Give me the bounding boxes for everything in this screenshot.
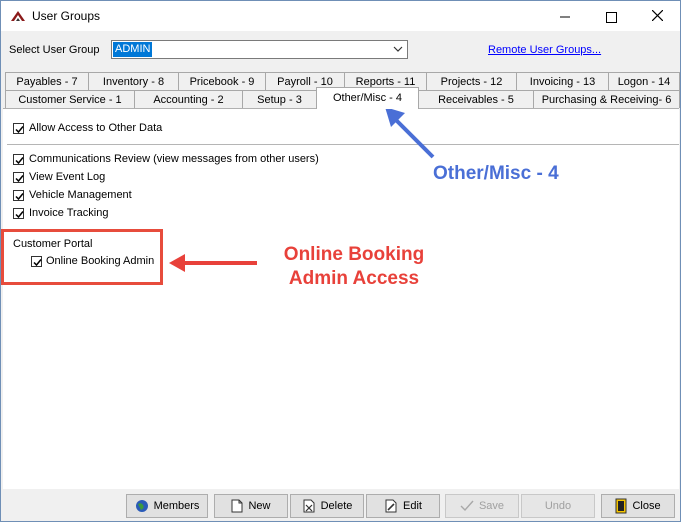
red-arrow-icon: [169, 254, 257, 272]
user-group-select[interactable]: ADMIN: [111, 40, 408, 59]
new-document-icon: [231, 499, 243, 513]
chevron-down-icon: [393, 46, 403, 52]
communications-review-label: Communications Review (view messages fro…: [29, 153, 319, 165]
checkmark-icon: [15, 126, 24, 134]
booking-callout-line1: Online Booking: [283, 244, 425, 265]
allow-access-label: Allow Access to Other Data: [29, 122, 163, 134]
new-button[interactable]: New: [214, 494, 288, 518]
maximize-button[interactable]: [588, 1, 634, 31]
checkmark-icon: [15, 211, 24, 219]
members-button[interactable]: Members: [126, 494, 208, 518]
allow-access-checkbox[interactable]: [13, 123, 24, 134]
tab-label: Purchasing & Receiving- 6: [541, 94, 672, 106]
checkmark-icon: [15, 175, 24, 183]
remote-user-groups-link[interactable]: Remote User Groups...: [488, 44, 601, 56]
close-icon: [651, 9, 663, 22]
tab-invoicing[interactable]: Invoicing - 13: [516, 72, 609, 90]
save-button-label: Save: [478, 500, 505, 512]
app-logo-icon: [11, 11, 25, 21]
tab-accounting[interactable]: Accounting - 2: [134, 90, 243, 108]
tab-payables[interactable]: Payables - 7: [5, 72, 89, 90]
tab-pricebook[interactable]: Pricebook - 9: [178, 72, 266, 90]
window-title: User Groups: [32, 9, 101, 23]
view-event-log-checkbox[interactable]: [13, 172, 24, 183]
save-button[interactable]: Save: [445, 494, 519, 518]
delete-icon: [303, 499, 315, 513]
footer-toolbar: Members New Delete Edit Save Undo Close: [1, 491, 680, 521]
exit-door-icon: [615, 498, 627, 514]
tab-logon[interactable]: Logon - 14: [608, 72, 680, 90]
invoice-tracking-label: Invoice Tracking: [29, 207, 109, 219]
tab-inventory[interactable]: Inventory - 8: [88, 72, 179, 90]
invoice-tracking-checkbox[interactable]: [13, 208, 24, 219]
tab-label: Payables - 7: [16, 76, 78, 88]
tab-purchasing-receiving[interactable]: Purchasing & Receiving- 6: [533, 90, 680, 108]
tab-label: Logon - 14: [617, 76, 671, 88]
minimize-button[interactable]: [542, 1, 588, 31]
tab-label: Inventory - 8: [102, 76, 165, 88]
tab-callout-text: Other/Misc - 4: [433, 163, 559, 184]
tab-label: Projects - 12: [440, 76, 503, 88]
edit-button-label: Edit: [403, 500, 422, 512]
communications-review-checkbox[interactable]: [13, 154, 24, 165]
members-button-label: Members: [153, 500, 200, 512]
blue-arrow-icon: [385, 107, 435, 159]
maximize-icon: [605, 11, 617, 23]
vehicle-management-checkbox[interactable]: [13, 190, 24, 201]
close-window-button[interactable]: [634, 1, 680, 31]
new-button-label: New: [248, 500, 271, 512]
vehicle-management-label: Vehicle Management: [29, 189, 132, 201]
title-bar: User Groups: [1, 1, 680, 31]
checkmark-icon: [15, 157, 24, 165]
tab-label: Setup - 3: [257, 94, 302, 106]
tab-label: Accounting - 2: [153, 94, 224, 106]
edit-icon: [385, 499, 397, 513]
selected-group-value: ADMIN: [113, 42, 153, 57]
tab-label: Invoicing - 13: [529, 76, 596, 88]
tab-projects[interactable]: Projects - 12: [426, 72, 517, 90]
edit-button[interactable]: Edit: [366, 494, 440, 518]
user-groups-window: User Groups Select User Group ADMIN Remo…: [0, 0, 681, 522]
tab-label: Receivables - 5: [438, 94, 514, 106]
delete-button-label: Delete: [320, 500, 353, 512]
close-button-label: Close: [632, 500, 661, 512]
tab-setup[interactable]: Setup - 3: [242, 90, 317, 108]
checkmark-icon: [15, 193, 24, 201]
checkmark-icon: [460, 500, 474, 512]
online-booking-highlight-box: [1, 229, 163, 285]
undo-button[interactable]: Undo: [521, 494, 595, 518]
delete-button[interactable]: Delete: [290, 494, 364, 518]
close-button[interactable]: Close: [601, 494, 675, 518]
minimize-icon: [560, 16, 570, 18]
globe-icon: [135, 500, 148, 512]
tab-other-misc[interactable]: Other/Misc - 4: [316, 87, 419, 109]
tab-customer-service[interactable]: Customer Service - 1: [5, 90, 135, 108]
section-divider: [7, 144, 679, 145]
tab-label: Pricebook - 9: [189, 76, 255, 88]
undo-button-label: Undo: [544, 500, 572, 512]
tab-content-panel: Allow Access to Other Data Communication…: [3, 108, 679, 489]
view-event-log-label: View Event Log: [29, 171, 106, 183]
booking-callout-text: Online Booking Admin Access: [269, 243, 439, 291]
booking-callout-line2: Admin Access: [288, 268, 420, 289]
select-user-group-label: Select User Group: [9, 44, 100, 56]
tab-label: Other/Misc - 4: [332, 92, 403, 104]
tab-label: Customer Service - 1: [18, 94, 122, 106]
